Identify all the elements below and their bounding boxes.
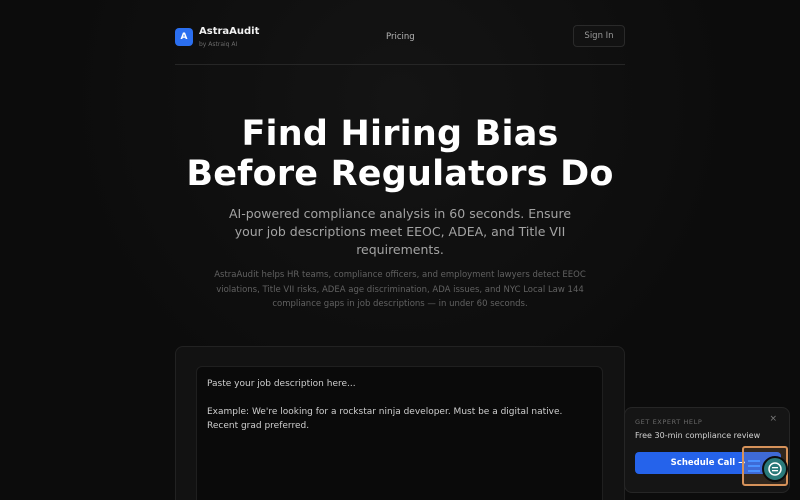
nav-link-pricing[interactable]: Pricing — [386, 32, 415, 42]
hero-description: AstraAudit helps HR teams, compliance of… — [214, 270, 586, 309]
header: A AstraAudit by Astraiq AI Pricing Sign … — [175, 24, 625, 65]
hero-subtitle: AI-powered compliance analysis in 60 sec… — [228, 206, 572, 257]
hero-title-line-2: Before Regulators Do — [186, 154, 614, 194]
expert-help-text: Free 30-min compliance review — [635, 431, 761, 440]
hero-title-line-1: Find Hiring Bias — [241, 114, 559, 154]
brand-subtitle: by Astraiq AI — [199, 41, 238, 48]
logo-icon[interactable]: A — [175, 28, 193, 46]
close-icon[interactable]: × — [769, 414, 777, 424]
expert-help-label: GET EXPERT HELP — [635, 418, 703, 426]
job-description-input[interactable]: Paste your job description here... Examp… — [196, 366, 603, 500]
menu-lines-icon — [748, 458, 762, 477]
hero-title: Find Hiring Bias Before Regulators Do — [0, 114, 800, 194]
sign-in-button[interactable]: Sign In — [573, 25, 625, 47]
chat-launcher-button[interactable] — [742, 446, 788, 486]
brand-name[interactable]: AstraAudit — [199, 26, 259, 37]
chat-icon — [762, 456, 788, 482]
landing-page: A AstraAudit by Astraiq AI Pricing Sign … — [0, 0, 800, 500]
